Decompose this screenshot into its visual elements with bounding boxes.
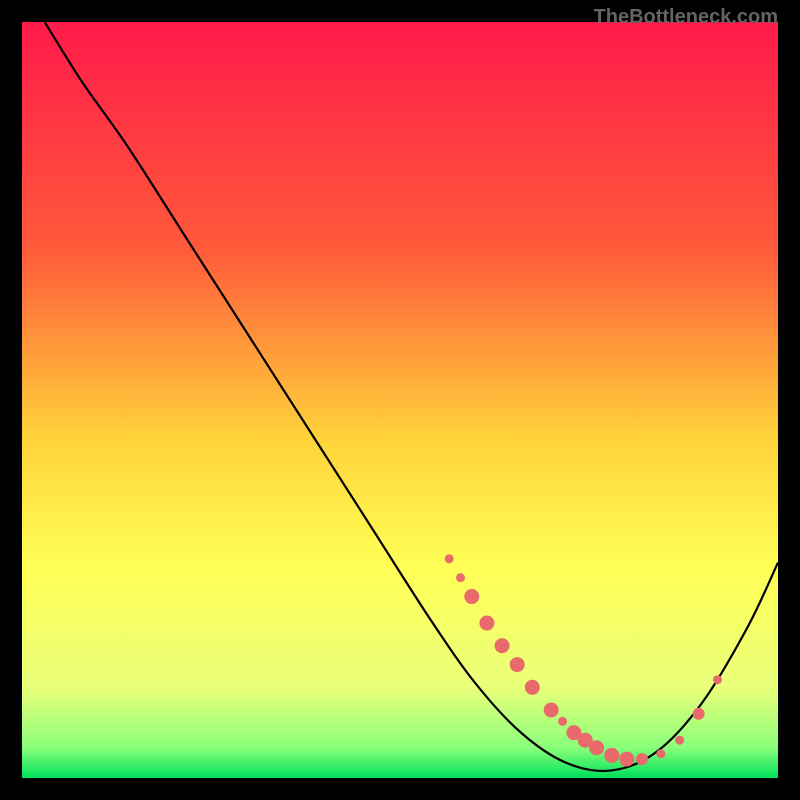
data-marker: [619, 752, 634, 767]
data-marker: [604, 748, 619, 763]
data-marker: [636, 753, 648, 765]
data-marker: [693, 708, 705, 720]
chart-svg: [22, 22, 778, 778]
plot-area: [22, 22, 778, 778]
data-marker: [656, 749, 665, 758]
data-marker: [510, 657, 525, 672]
data-marker: [589, 740, 604, 755]
gradient-background: [22, 22, 778, 778]
attribution-text: TheBottleneck.com: [594, 6, 778, 29]
data-marker: [464, 589, 479, 604]
data-marker: [713, 675, 722, 684]
data-marker: [558, 717, 567, 726]
data-marker: [675, 736, 684, 745]
data-marker: [456, 573, 465, 582]
data-marker: [544, 702, 559, 717]
data-marker: [445, 554, 454, 563]
data-marker: [525, 680, 540, 695]
data-marker: [479, 616, 494, 631]
chart-container: TheBottleneck.com: [0, 0, 800, 800]
data-marker: [495, 638, 510, 653]
